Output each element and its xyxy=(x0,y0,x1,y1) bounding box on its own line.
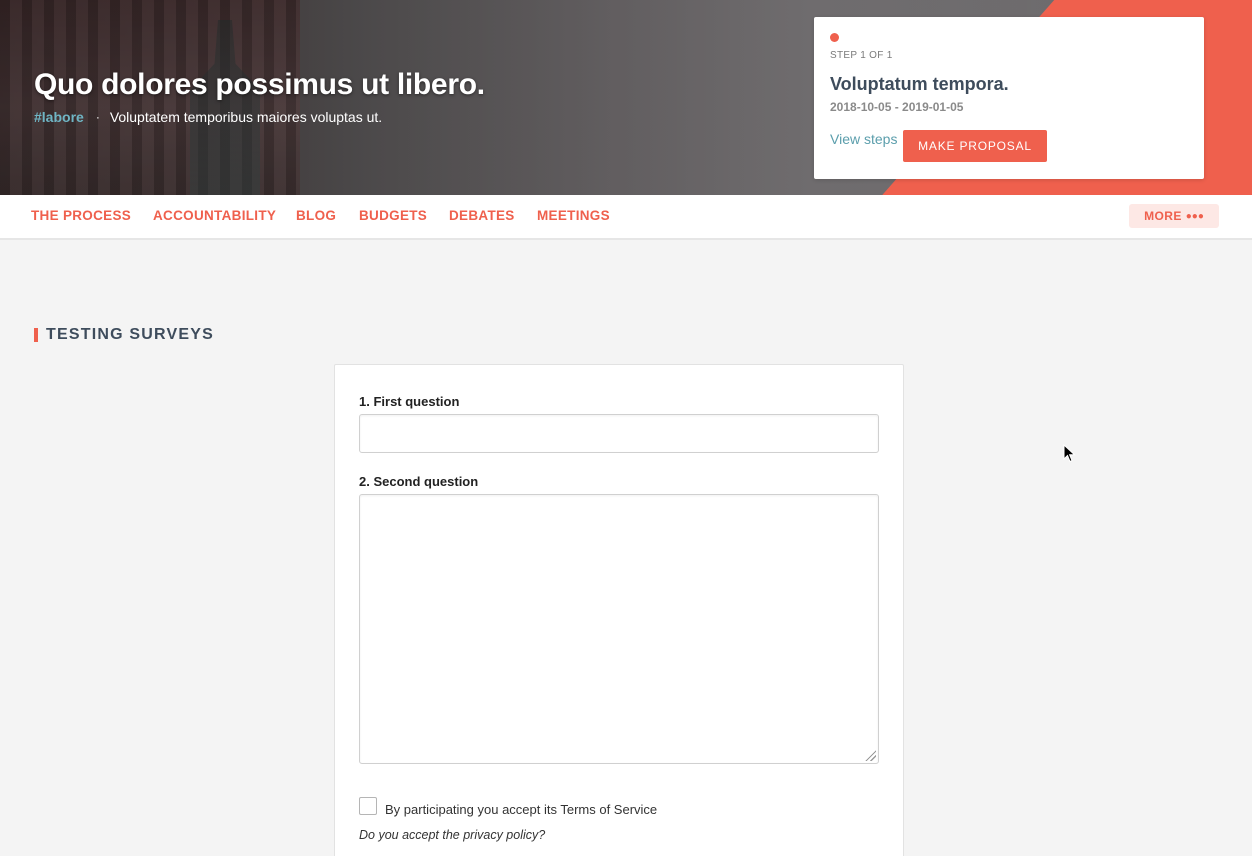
step-counter: STEP 1 OF 1 xyxy=(830,50,893,61)
nav-item-budgets[interactable]: BUDGETS xyxy=(359,208,427,223)
step-status-dot-icon xyxy=(830,33,839,42)
nav-more-label: MORE xyxy=(1144,209,1182,223)
nav-item-blog[interactable]: BLOG xyxy=(296,208,336,223)
process-subtitle: Voluptatem temporibus maiores voluptas u… xyxy=(109,109,383,125)
nav-item-accountability[interactable]: ACCOUNTABILITY xyxy=(153,208,276,223)
nav-more-button[interactable]: MORE ●●● xyxy=(1129,204,1219,228)
question-2-textarea[interactable] xyxy=(359,494,879,764)
nav-item-meetings[interactable]: MEETINGS xyxy=(537,208,610,223)
survey-form: 1. First question 2. Second question By … xyxy=(334,364,904,856)
tos-checkbox[interactable] xyxy=(359,797,377,815)
tos-label: By participating you accept its Terms of… xyxy=(385,802,658,817)
question-1-input[interactable] xyxy=(359,414,879,453)
process-hero: Quo dolores possimus ut libero. #labore … xyxy=(0,0,1252,195)
process-title: Quo dolores possimus ut libero. xyxy=(34,68,485,101)
make-proposal-button[interactable]: MAKE PROPOSAL xyxy=(903,130,1047,162)
nav-item-debates[interactable]: DEBATES xyxy=(449,208,515,223)
process-meta: #labore · Voluptatem temporibus maiores … xyxy=(34,109,382,125)
more-dots-icon: ●●● xyxy=(1185,210,1204,222)
mouse-cursor-icon xyxy=(1063,444,1076,463)
view-steps-link[interactable]: View steps xyxy=(830,131,897,147)
privacy-policy-question: Do you accept the privacy policy? xyxy=(359,828,546,842)
step-title: Voluptatum tempora. xyxy=(830,74,1009,94)
question-1-label: 1. First question xyxy=(359,394,460,409)
meta-separator: · xyxy=(95,110,100,124)
process-hashtag-link[interactable]: #labore xyxy=(34,109,84,125)
question-2-label: 2. Second question xyxy=(359,474,479,489)
step-dates: 2018-10-05 - 2019-01-05 xyxy=(830,100,964,114)
section-heading-text: TESTING SURVEYS xyxy=(46,326,214,343)
process-nav: THE PROCESS ACCOUNTABILITY BLOG BUDGETS … xyxy=(0,195,1252,240)
process-step-card: STEP 1 OF 1 Voluptatum tempora. 2018-10-… xyxy=(814,17,1204,179)
nav-item-the-process[interactable]: THE PROCESS xyxy=(31,208,131,223)
section-heading: TESTING SURVEYS xyxy=(34,326,214,344)
section-heading-bar xyxy=(34,328,38,342)
resize-handle-icon[interactable] xyxy=(864,749,876,761)
